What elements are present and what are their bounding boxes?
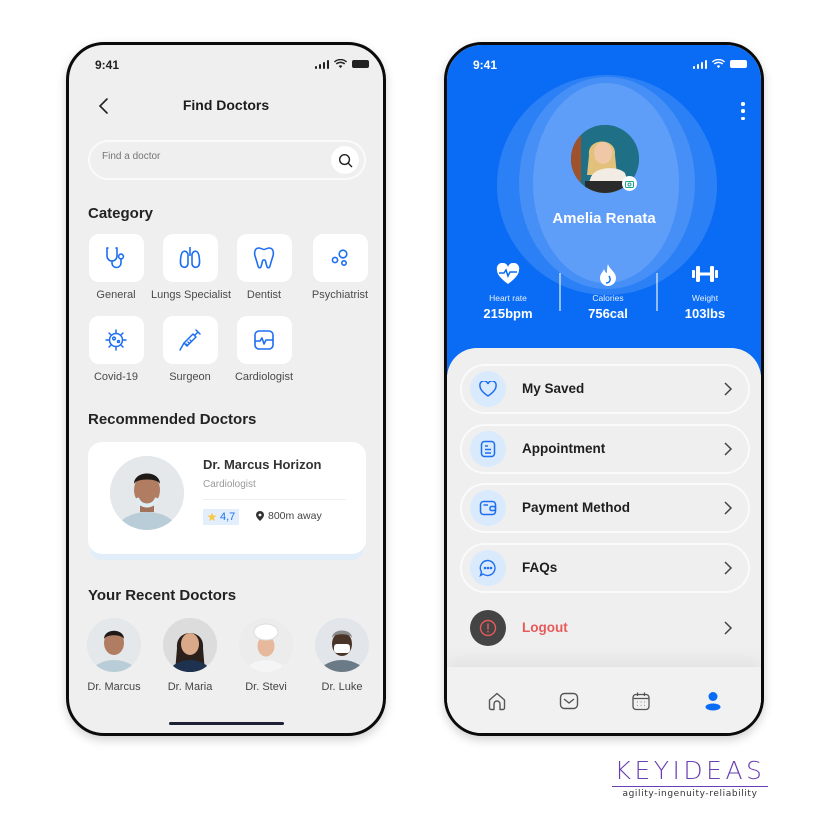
stethoscope-icon — [106, 247, 125, 269]
syringe-icon — [179, 329, 201, 351]
document-icon — [480, 440, 496, 458]
tab-messages[interactable] — [557, 689, 581, 713]
battery-icon — [730, 60, 747, 68]
category-surgeon[interactable]: Surgeon — [151, 316, 229, 383]
recent-doctors-heading: Your Recent Doctors — [88, 587, 237, 604]
brand-divider — [612, 786, 768, 787]
lungs-icon — [179, 247, 201, 269]
tooth-icon — [253, 247, 275, 269]
doctor-avatar — [110, 456, 184, 530]
search-icon — [338, 153, 352, 167]
dumbbell-icon — [692, 266, 718, 282]
wifi-icon — [334, 59, 347, 69]
bubbles-icon — [331, 249, 348, 266]
doctor-avatar[interactable] — [163, 618, 217, 672]
recommended-heading: Recommended Doctors — [88, 411, 257, 428]
category-dentist[interactable]: Dentist — [225, 234, 303, 301]
status-time: 9:41 — [473, 58, 498, 72]
rating-badge: 4,7 — [203, 509, 240, 525]
more-options-button[interactable] — [739, 102, 747, 120]
brand-tagline: agility-ingenuity-reliability — [622, 789, 758, 799]
find-doctors-screen: 9:41 Find Doctors Category General Lungs… — [66, 42, 386, 736]
status-time: 9:41 — [95, 58, 120, 72]
camera-icon[interactable] — [622, 176, 637, 191]
chevron-right-icon — [724, 621, 733, 635]
search-input[interactable] — [102, 151, 312, 162]
home-indicator — [169, 721, 284, 725]
flame-icon — [600, 264, 616, 286]
alert-icon — [479, 619, 497, 637]
chat-icon — [479, 559, 496, 577]
category-cardiologist[interactable]: Cardiologist — [225, 316, 303, 383]
category-lungs-specialist[interactable]: Lungs Specialist — [151, 234, 231, 301]
category-heading: Category — [88, 205, 154, 222]
search-bar — [88, 140, 366, 180]
star-icon — [207, 512, 217, 521]
doctor-specialty: Cardiologist — [203, 479, 256, 490]
category-general[interactable]: General — [77, 234, 155, 301]
doctor-avatar[interactable] — [87, 618, 141, 672]
battery-icon — [352, 60, 369, 68]
divider — [203, 499, 346, 500]
menu-item-my-saved[interactable]: My Saved — [460, 364, 750, 414]
user-icon — [705, 692, 721, 711]
profile-name: Amelia Renata — [552, 210, 656, 227]
stat-calories: Calories 756cal — [558, 263, 658, 321]
recent-doctor-item[interactable]: Dr. Marcus — [79, 618, 149, 693]
menu-item-appointment[interactable]: Appointment — [460, 424, 750, 474]
menu-item-faqs[interactable]: FAQs — [460, 543, 750, 593]
calendar-icon — [632, 692, 650, 711]
category-covid-19[interactable]: Covid-19 — [77, 316, 155, 383]
search-button[interactable] — [331, 146, 359, 174]
signal-icon — [692, 59, 707, 69]
stat-weight: Weight 103lbs — [655, 263, 755, 321]
heart-pulse-icon — [496, 263, 520, 284]
chevron-right-icon — [724, 501, 733, 515]
chevron-right-icon — [724, 382, 733, 396]
chevron-right-icon — [724, 561, 733, 575]
profile-screen: 9:41 Amelia Renata Heart rate 215bpm Cal… — [444, 42, 764, 736]
doctor-avatar[interactable] — [315, 618, 369, 672]
page-title: Find Doctors — [182, 97, 270, 113]
menu-item-logout[interactable]: Logout — [460, 603, 750, 653]
distance: 800m away — [256, 510, 322, 522]
bottom-tab-bar — [447, 667, 761, 733]
stat-heart-rate: Heart rate 215bpm — [458, 263, 558, 321]
status-bar: 9:41 — [69, 45, 383, 85]
tab-profile[interactable] — [701, 689, 725, 713]
recent-doctor-item[interactable]: Dr. Maria — [155, 618, 225, 693]
chevron-right-icon — [724, 442, 733, 456]
menu-item-payment-method[interactable]: Payment Method — [460, 483, 750, 533]
home-icon — [488, 692, 506, 711]
virus-icon — [105, 329, 127, 351]
mail-icon — [559, 692, 579, 710]
wallet-icon — [479, 500, 497, 516]
recent-doctor-item[interactable]: Dr. Luke — [307, 618, 377, 693]
heart-icon — [479, 381, 497, 397]
brand-logo: KEYIDEAS agility-ingenuity-reliability — [612, 758, 768, 799]
brand-name: KEYIDEAS — [614, 756, 766, 785]
location-pin-icon — [256, 511, 264, 521]
status-bar: 9:41 — [447, 45, 761, 85]
recommended-doctor-card[interactable]: Dr. Marcus Horizon Cardiologist 4,7 800m… — [88, 442, 366, 554]
doctor-name: Dr. Marcus Horizon — [203, 457, 322, 472]
wifi-icon — [712, 59, 725, 69]
tab-home[interactable] — [485, 689, 509, 713]
signal-icon — [314, 59, 329, 69]
heart-monitor-icon — [254, 330, 274, 350]
recent-doctor-item[interactable]: Dr. Stevi — [231, 618, 301, 693]
tab-calendar[interactable] — [629, 689, 653, 713]
category-psychiatrist[interactable]: Psychiatrist — [301, 234, 379, 301]
doctor-avatar[interactable] — [239, 618, 293, 672]
